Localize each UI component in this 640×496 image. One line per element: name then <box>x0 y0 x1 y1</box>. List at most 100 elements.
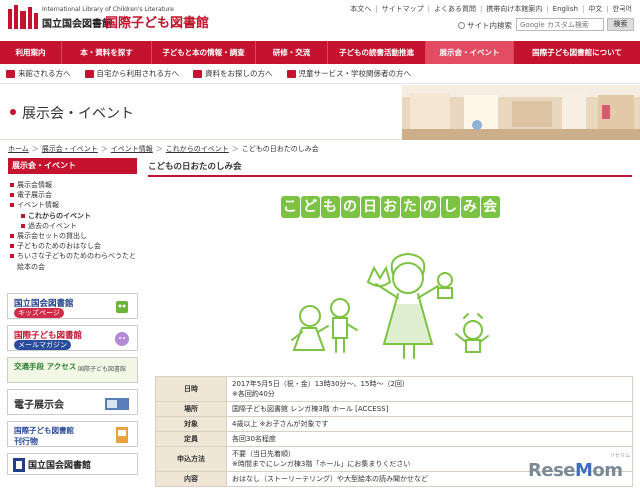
detail-label: 申込方法 <box>155 446 227 472</box>
detail-label: 場所 <box>155 401 227 417</box>
util-link-chinese[interactable]: 中文 <box>586 5 604 13</box>
detail-line: 2017年5月5日（祝・金）13時30分～、15時～（2回） <box>232 380 409 388</box>
illustration-title-char: 日 <box>360 196 380 218</box>
detail-label: 定員 <box>155 431 227 447</box>
detail-label: 日時 <box>155 376 227 402</box>
subnav-label: 来館される方へ <box>18 69 71 78</box>
nav-item-reading-promotion[interactable]: 子どもの読書活動推進 <box>328 41 426 64</box>
banner-subtitle: 刊行物 <box>14 437 38 446</box>
mascot-icon <box>115 332 129 346</box>
illustration-title-char: た <box>400 196 420 218</box>
detail-line: ※各回約40分 <box>232 390 275 398</box>
detail-line: 4歳以上 ※お子さんが対象です <box>232 420 329 428</box>
watermark-kana: リセマム <box>610 453 631 459</box>
banner-digital-exhibition[interactable]: 電子展示会 <box>7 389 138 415</box>
detail-line: 各回30名程度 <box>232 435 276 443</box>
breadcrumb-event-info[interactable]: イベント情報 <box>111 145 153 153</box>
banner-title: 電子展示会 <box>14 400 64 411</box>
breadcrumb: ホーム＞展示会・イベント＞イベント情報＞これからのイベント＞こどもの日おたのしみ… <box>8 145 319 153</box>
banner-title: 国立国会図書館 <box>28 461 92 471</box>
site-search-radio-label: サイト内検索 <box>467 21 512 30</box>
table-row: 日時 2017年5月5日（祝・金）13時30分～、15時～（2回） ※各回約40分 <box>155 376 633 402</box>
util-link-english[interactable]: English <box>551 5 580 13</box>
illustration-title-char: み <box>460 196 480 218</box>
detail-line: 国際子ども図書館 レンガ棟3階 ホール [ACCESS] <box>232 405 389 413</box>
section-banner: 展示会・イベント <box>0 85 640 140</box>
site-search-radio[interactable]: サイト内検索 <box>458 20 512 31</box>
breadcrumb-current: こどもの日おたのしみ会 <box>241 145 319 153</box>
sidebar-item-past-events[interactable]: 過去のイベント <box>8 221 138 231</box>
nav-item-about[interactable]: 国際子ども図書館について <box>514 41 640 64</box>
logo-ilcl-name[interactable]: 国際子ども図書館 <box>105 12 209 31</box>
illustration-title-char: こ <box>280 196 300 218</box>
nav-item-training[interactable]: 研修・交流 <box>256 41 328 64</box>
breadcrumb-home[interactable]: ホーム <box>8 145 29 153</box>
site-header: International Library of Children's Lite… <box>0 0 640 38</box>
sidebar-item-upcoming-events[interactable]: これからのイベント <box>8 211 138 221</box>
main-nav: 利用案内 本・資料を探す 子どもと本の情報・調査 研修・交流 子どもの読書活動推… <box>0 41 640 64</box>
sidebar-heading[interactable]: 展示会・イベント <box>8 158 137 174</box>
detail-line: 不要（当日先着順） <box>232 450 295 458</box>
sidebar-item-storytelling[interactable]: 子どものためのおはなし会 <box>8 241 138 251</box>
banner-kids-page[interactable]: 国立国会図書館 キッズページ <box>7 293 138 319</box>
banner-mail-magazine[interactable]: 国際子ども図書館 メールマガジン <box>7 325 138 351</box>
sidebar-menu: 展示会情報 電子展示会 イベント情報 これからのイベント 過去のイベント 展示会… <box>8 180 138 272</box>
detail-label: 内容 <box>155 471 227 487</box>
subnav-label: 児童サービス・学校関係者の方へ <box>298 69 412 78</box>
subnav-school-staff[interactable]: 児童サービス・学校関係者の方へ <box>286 68 412 79</box>
search-input[interactable] <box>516 18 604 31</box>
subnav-material-seekers[interactable]: 資料をお探しの方へ <box>193 68 273 79</box>
banner-ndl[interactable]: 国立国会図書館 <box>7 453 138 475</box>
illustration-title-char: ど <box>300 196 320 218</box>
sidebar-banners: 国立国会図書館 キッズページ 国際子ども図書館 メールマガジン 交通手段 アクセ… <box>7 293 138 481</box>
breadcrumb-upcoming[interactable]: これからのイベント <box>166 145 229 153</box>
radio-icon <box>458 22 465 29</box>
illustration-title-char: も <box>320 196 340 218</box>
people-icon <box>286 69 296 78</box>
sidebar-item-exhibitions[interactable]: 展示会情報 <box>8 180 138 190</box>
bullet-icon <box>10 109 16 115</box>
breadcrumb-exhibitions[interactable]: 展示会・イベント <box>42 145 98 153</box>
book-icon <box>193 69 202 78</box>
sidebar-item-digital-exhibitions[interactable]: 電子展示会 <box>8 190 138 200</box>
util-link-faq[interactable]: よくある質問 <box>432 5 478 13</box>
audience-nav: 来館される方へ 自宅から利用される方へ 資料をお探しの方へ 児童サービス・学校関… <box>0 64 640 84</box>
banner-subtitle: メールマガジン <box>14 340 71 350</box>
subnav-visitors[interactable]: 来館される方へ <box>6 68 71 79</box>
nav-item-exhibitions-events[interactable]: 展示会・イベント <box>426 41 514 64</box>
util-link-mobile[interactable]: 携帯向け本館案内 <box>484 5 544 13</box>
banner-subtitle: キッズページ <box>14 308 64 318</box>
detail-value: 各回30名程度 <box>226 431 633 447</box>
library-logo-icon[interactable] <box>7 5 39 31</box>
nav-item-guide[interactable]: 利用案内 <box>0 41 62 64</box>
banner-publications[interactable]: 国際子ども図書館 刊行物 <box>7 421 138 447</box>
home-icon <box>84 69 94 78</box>
books-icon <box>105 398 129 410</box>
detail-label: 対象 <box>155 416 227 432</box>
table-row: 定員 各回30名程度 <box>155 431 633 447</box>
sidebar-item-event-info[interactable]: イベント情報 <box>8 200 138 210</box>
detail-value: 4歳以上 ※お子さんが対象です <box>226 416 633 432</box>
building-icon <box>6 69 15 78</box>
util-link-main[interactable]: 本文へ <box>348 5 373 13</box>
illustration-title: こどもの日おたのしみ会 <box>265 196 515 218</box>
banner-access[interactable]: 交通手段 アクセス 国際子ども図書館 <box>7 357 138 383</box>
sidebar-item-exhibition-sets[interactable]: 展示会セットの貸出し <box>8 231 138 241</box>
subnav-remote-users[interactable]: 自宅から利用される方へ <box>84 68 179 79</box>
nav-item-info-research[interactable]: 子どもと本の情報・調査 <box>152 41 256 64</box>
robot-icon <box>116 301 128 313</box>
detail-value: 国際子ども図書館 レンガ棟3階 ホール [ACCESS] <box>226 401 633 417</box>
illustration-title-char: し <box>440 196 460 218</box>
search-button[interactable]: 検索 <box>607 18 634 31</box>
banner-title: 交通手段 アクセス <box>14 362 77 371</box>
logo-ndl-name[interactable]: 国立国会図書館 <box>42 15 112 30</box>
section-title: 展示会・イベント <box>22 106 134 122</box>
banner-title: 国際子ども図書館 <box>14 426 74 435</box>
util-link-korean[interactable]: 한국어 <box>611 5 634 13</box>
sidebar-item-nursery-rhymes[interactable]: ちいさな子どものためのわらべうたと絵本の会 <box>8 251 136 271</box>
table-row: 対象 4歳以上 ※お子さんが対象です <box>155 416 633 432</box>
util-link-sitemap[interactable]: サイトマップ <box>380 5 426 13</box>
exhibition-room-photo <box>402 85 640 140</box>
page-title: こどもの日おたのしみ会 <box>148 160 632 177</box>
nav-item-search-books[interactable]: 本・資料を探す <box>62 41 152 64</box>
